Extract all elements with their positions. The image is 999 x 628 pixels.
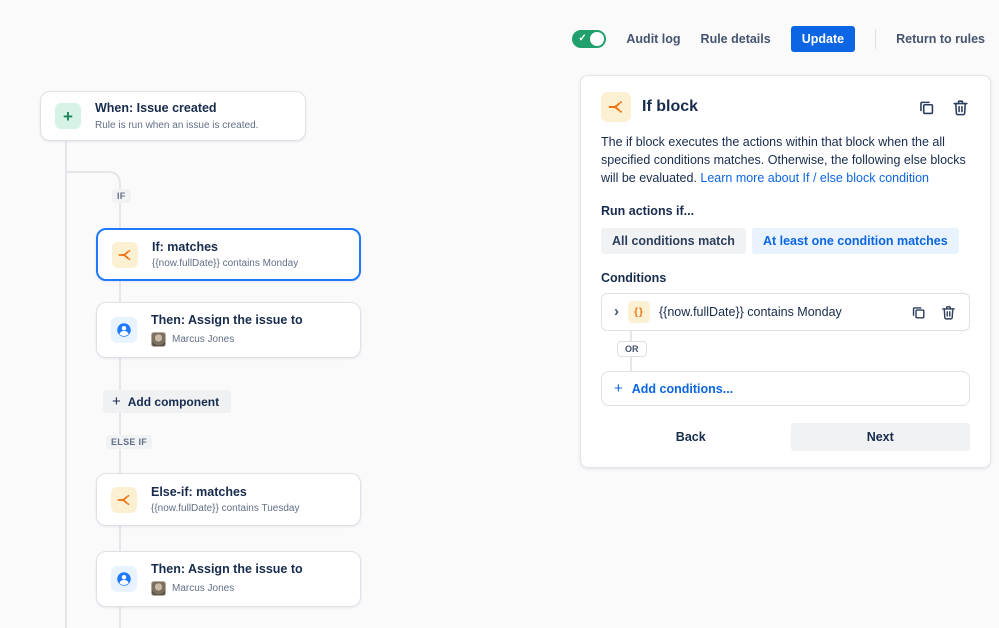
update-button[interactable]: Update <box>790 26 856 52</box>
plus-icon: + <box>112 393 121 410</box>
or-badge: OR <box>617 341 647 358</box>
top-toolbar: ✓ Audit log Rule details Update Return t… <box>572 26 985 52</box>
add-component-button[interactable]: + Add component <box>103 390 232 413</box>
trigger-card-when-issue-created[interactable]: + When: Issue created Rule is run when a… <box>40 91 306 141</box>
assignee-icon <box>111 566 137 592</box>
elseif-card-subtitle: {{now.fullDate}} contains Tuesday <box>151 503 300 515</box>
if-condition-card[interactable]: If: matches {{now.fullDate}} contains Mo… <box>96 228 361 281</box>
back-button[interactable]: Back <box>601 423 781 451</box>
branch-icon <box>112 241 138 268</box>
panel-title: If block <box>642 98 699 115</box>
panel-footer: Back Next <box>601 423 970 452</box>
if-card-subtitle: {{now.fullDate}} contains Monday <box>152 258 299 270</box>
match-mode-options: All conditions match At least one condit… <box>601 228 970 255</box>
all-conditions-match-option[interactable]: All conditions match <box>601 228 746 255</box>
branch-icon <box>111 486 137 513</box>
condition-text: {{now.fullDate}} contains Monday <box>659 305 842 320</box>
audit-log-button[interactable]: Audit log <box>626 32 680 46</box>
plus-icon: + <box>614 380 623 398</box>
else-if-branch-badge: ELSE IF <box>106 435 153 449</box>
if-block-config-panel: If block The if block executes the actio… <box>580 75 991 469</box>
rule-enabled-toggle[interactable]: ✓ <box>572 30 607 48</box>
assignee-icon <box>111 317 137 343</box>
elseif-card-title: Else-if: matches <box>151 484 247 499</box>
any-condition-matches-option[interactable]: At least one condition matches <box>751 228 959 255</box>
next-button[interactable]: Next <box>790 423 970 452</box>
conditions-label: Conditions <box>601 271 667 286</box>
add-conditions-label: Add conditions... <box>631 381 734 396</box>
check-icon: ✓ <box>578 33 587 44</box>
return-to-rules-button[interactable]: Return to rules <box>896 32 985 46</box>
plus-icon: + <box>55 103 81 129</box>
toolbar-divider <box>875 29 877 49</box>
then-action-card-1[interactable]: Then: Assign the issue to Marcus Jones <box>96 302 361 358</box>
then-card-2-title: Then: Assign the issue to <box>151 562 303 577</box>
add-conditions-button[interactable]: + Add conditions... <box>601 371 970 407</box>
run-actions-label: Run actions if... <box>601 204 695 219</box>
assignee-name: Marcus Jones <box>172 333 235 345</box>
then-card-1-title: Then: Assign the issue to <box>151 313 303 328</box>
avatar <box>151 580 166 596</box>
if-card-title: If: matches <box>152 239 218 254</box>
automation-rule-builder: ✓ Audit log Rule details Update Return t… <box>0 0 999 628</box>
toggle-knob <box>590 32 605 46</box>
delete-block-icon[interactable] <box>951 98 970 117</box>
if-branch-badge: IF <box>112 189 131 203</box>
smart-value-icon: {} <box>628 301 650 324</box>
learn-more-link[interactable]: Learn more about If / else block conditi… <box>700 171 929 185</box>
add-component-label: Add component <box>127 394 220 409</box>
avatar <box>151 331 166 347</box>
rule-details-button[interactable]: Rule details <box>701 32 771 46</box>
trigger-title: When: Issue created <box>95 101 217 116</box>
trigger-subtitle: Rule is run when an issue is created. <box>95 119 259 131</box>
elseif-condition-card[interactable]: Else-if: matches {{now.fullDate}} contai… <box>96 473 361 526</box>
assignee-name: Marcus Jones <box>172 582 235 594</box>
chevron-right-icon[interactable]: › <box>614 304 619 319</box>
duplicate-block-icon[interactable] <box>917 98 936 117</box>
panel-description: The if block executes the actions within… <box>601 135 966 185</box>
then-action-card-2[interactable]: Then: Assign the issue to Marcus Jones <box>96 551 361 607</box>
branch-icon <box>601 92 631 122</box>
delete-condition-icon[interactable] <box>940 304 957 321</box>
duplicate-condition-icon[interactable] <box>910 304 927 321</box>
condition-or-connector: OR <box>601 331 970 372</box>
condition-row[interactable]: › {} {{now.fullDate}} contains Monday <box>601 293 970 332</box>
